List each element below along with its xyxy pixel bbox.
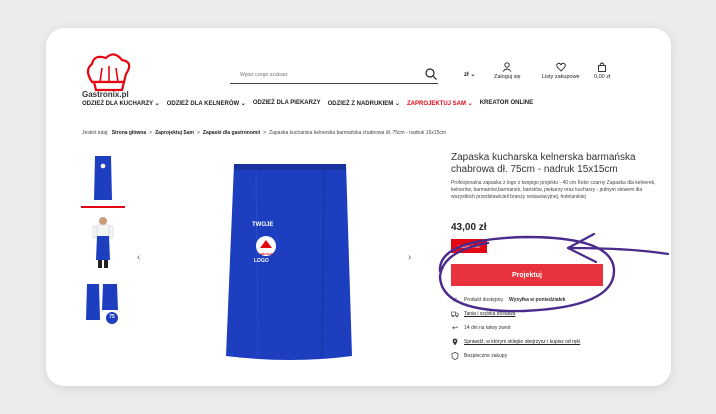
return-icon: ↩ [452,325,458,332]
breadcrumb-separator: > [196,130,200,136]
apron-thumb-image [94,156,112,200]
heart-icon [556,62,566,72]
gallery-next-arrow[interactable]: › [408,252,411,263]
search-input[interactable] [230,71,410,78]
print-bottom-text: LOGO [254,258,269,264]
breadcrumb-current: Zapaska kucharska kelnerska barmańska ch… [269,130,447,136]
nav-item-baker-clothing[interactable]: ODZIEŻ DLA PIEKARZY [253,100,321,107]
size-badge: 75 [109,314,115,320]
wishlist-button[interactable]: Listy zakupowe [542,62,580,80]
search-icon[interactable] [424,67,438,81]
feature-secure: Bezpieczne zakupy [451,352,507,360]
login-label: Zaloguj się [494,74,521,80]
breadcrumb-design[interactable]: Zaprojektuj Sam [155,130,194,136]
main-nav: ODZIEŻ DLA KUCHARZY ⌄ ODZIEŻ DLA KELNERÓ… [82,100,533,107]
breadcrumb-prefix: Jesteś tutaj: [82,130,109,136]
gallery-thumb-3[interactable]: 75 [81,276,125,332]
feature-store-check: Sprawdź, w którym sklepie obejrzysz i ku… [451,338,580,346]
wishlist-label: Listy zakupowe [542,74,580,80]
nav-item-chef-clothing[interactable]: ODZIEŻ DLA KUCHARZY ⌄ [82,100,160,107]
model-thumb-image [92,217,114,268]
breadcrumb-home[interactable]: Strona główna [112,130,146,136]
product-main-image [226,164,352,360]
shield-icon [451,352,459,360]
bag-icon [598,62,607,72]
currency-select[interactable]: zł ⌄ [464,71,475,78]
store-check-link[interactable]: Sprawdź, w którym sklepie obejrzysz i ku… [464,339,580,345]
breadcrumb-separator: > [149,130,153,136]
search-bar [230,66,438,84]
logo-text: Gastronix.pl [82,90,129,99]
gallery-thumb-2[interactable] [81,214,125,270]
print-top-text: TWOJE [252,222,274,228]
nav-item-design-yourself[interactable]: ZAPROJEKTUJ SAM ⌄ [407,100,473,107]
apron-size-thumb-image [86,284,118,324]
returns-text: 14 dni na łatwy zwrot [464,325,511,331]
login-button[interactable]: Zaloguj się [494,62,521,80]
feature-returns: ↩ 14 dni na łatwy zwrot [451,324,511,332]
breadcrumb-aprons[interactable]: Zapaski dla gastronomii [203,130,260,136]
gallery-thumb-1[interactable] [81,152,125,208]
nav-item-printed-clothing[interactable]: ODZIEŻ Z NADRUKIEM ⌄ [328,100,400,107]
breadcrumb-separator: > [263,130,267,136]
secure-text: Bezpieczne zakupy [464,353,508,359]
cart-button[interactable]: 0,00 zł [594,62,610,80]
nav-item-online-creator[interactable]: KREATOR ONLINE [480,100,533,107]
annotation-arrow [566,232,670,264]
product-description: Profesjonalna zapaska z logo z twojego p… [451,180,656,200]
cart-total: 0,00 zł [594,74,611,80]
product-title: Zapaska kucharska kelnerska barmańska ch… [451,152,636,175]
gallery-prev-arrow[interactable]: ‹ [137,252,140,263]
pin-icon [451,338,459,346]
breadcrumb: Jesteś tutaj: Strona główna > Zaprojektu… [82,130,446,136]
user-icon [502,62,512,72]
print-logo-text: MIEJSCE [260,252,274,256]
nav-item-waiter-clothing[interactable]: ODZIEŻ DLA KELNERÓW ⌄ [167,100,246,107]
browser-frame: Gastronix.pl zł ⌄ Zaloguj się Listy zaku… [46,28,671,386]
